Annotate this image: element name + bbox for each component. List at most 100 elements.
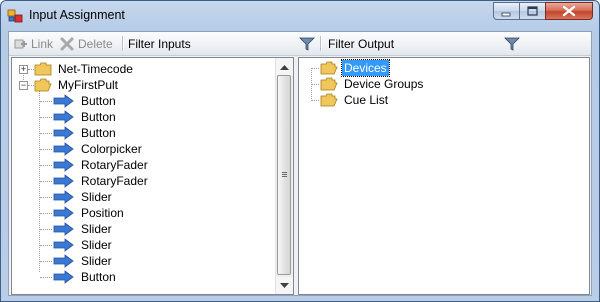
tree-node-label: Slider [81, 238, 112, 252]
scroll-thumb[interactable] [277, 75, 291, 275]
arrow-right-icon [53, 206, 74, 220]
inputs-tree[interactable]: + Net-Timecode − MyFirstPult Button Butto… [11, 57, 294, 295]
window-title: Input Assignment [29, 8, 125, 22]
tree-node-input[interactable]: Slider [40, 221, 114, 237]
toolbar-separator [320, 36, 322, 51]
grip-line [282, 172, 287, 173]
grip-line [282, 176, 287, 177]
folder-icon [320, 77, 338, 91]
arrow-right-icon [53, 270, 74, 284]
tree-node-label: MyFirstPult [58, 78, 118, 92]
tree-node-label: Button [81, 270, 116, 284]
tree-node-input[interactable]: Slider [40, 237, 114, 253]
arrow-right-icon [53, 142, 74, 156]
chevron-up-icon [280, 64, 289, 70]
link-button[interactable]: Link [13, 35, 53, 52]
maximize-icon [527, 6, 538, 16]
input-assignment-window: Input Assignment Link Delete Filter Inpu… [0, 0, 600, 302]
tree-node-input[interactable]: Position [40, 205, 126, 221]
tree-line [40, 229, 52, 230]
tree-node-input[interactable]: Button [40, 93, 118, 109]
tree-node-input[interactable]: RotaryFader [40, 173, 150, 189]
folder-icon [34, 62, 52, 76]
tree-node-input[interactable]: RotaryFader [40, 157, 150, 173]
arrow-right-icon [53, 110, 74, 124]
tree-line [40, 261, 52, 262]
arrow-right-icon [53, 222, 74, 236]
funnel-icon [299, 37, 315, 51]
filter-inputs-text: Filter Inputs [128, 36, 191, 51]
tree-node-label: Slider [81, 190, 112, 204]
folder-icon [320, 61, 338, 75]
grip-line [282, 174, 287, 175]
close-icon [562, 5, 576, 17]
maximize-button[interactable] [519, 2, 546, 20]
inputs-vertical-scrollbar[interactable] [275, 58, 293, 294]
tree-line [40, 165, 52, 166]
delete-button[interactable]: Delete [59, 35, 113, 52]
tree-node-label: Slider [81, 254, 112, 268]
expand-icon[interactable]: + [19, 64, 28, 74]
tree-node-input[interactable]: Button [40, 125, 118, 141]
tree-node-input[interactable]: Slider [40, 189, 114, 205]
tree-node-input[interactable]: Button [40, 269, 118, 285]
app-icon [7, 9, 23, 23]
delete-label: Delete [78, 36, 113, 51]
chevron-down-icon [280, 282, 289, 288]
tree-node-myfirstpult[interactable]: − MyFirstPult [19, 77, 120, 93]
tree-line [311, 68, 319, 69]
tree-node-label: Slider [81, 222, 112, 236]
tree-line [40, 181, 52, 182]
tree-line [28, 69, 34, 70]
folder-open-icon [34, 78, 52, 92]
tree-node-net-timecode[interactable]: + Net-Timecode [19, 61, 135, 77]
dialog-content: Link Delete Filter Inputs Filter Output [8, 31, 592, 296]
arrow-right-icon [53, 190, 74, 204]
collapse-icon[interactable]: − [19, 80, 28, 90]
arrow-right-icon [53, 126, 74, 140]
tree-line [40, 245, 52, 246]
title-bar[interactable]: Input Assignment [1, 1, 599, 31]
output-tree[interactable]: Devices Device Groups Cue List [298, 57, 590, 295]
tree-line [311, 84, 319, 85]
tree-node-label: Cue List [344, 93, 389, 107]
toolbar-separator [122, 36, 124, 51]
tree-line [40, 101, 52, 102]
link-label: Link [31, 36, 54, 51]
toolbar: Link Delete Filter Inputs Filter Output [9, 32, 591, 56]
funnel-icon [504, 37, 520, 51]
tree-node-output[interactable]: Devices [311, 59, 390, 77]
arrow-right-icon [53, 254, 74, 268]
tree-node-label: Position [81, 206, 124, 220]
tree-line [40, 197, 52, 198]
filter-inputs-button[interactable] [298, 35, 316, 52]
filter-output-label: Filter Output [328, 35, 394, 52]
tree-line [40, 277, 52, 278]
tree-node-input[interactable]: Button [40, 109, 118, 125]
arrow-right-icon [53, 174, 74, 188]
tree-node-input[interactable]: Colorpicker [40, 141, 144, 157]
tree-line [28, 85, 34, 86]
tree-node-label: RotaryFader [81, 174, 148, 188]
tree-node-label: Button [81, 94, 116, 108]
arrow-right-icon [53, 94, 74, 108]
scroll-down-button[interactable] [276, 277, 293, 294]
delete-icon [60, 37, 74, 50]
close-button[interactable] [545, 2, 593, 20]
tree-node-input[interactable]: Slider [40, 253, 114, 269]
tree-node-output[interactable]: Cue List [311, 92, 390, 108]
tree-node-output[interactable]: Device Groups [311, 76, 425, 92]
tree-line [311, 100, 319, 101]
filter-output-button[interactable] [503, 35, 521, 52]
folder-icon [320, 93, 338, 107]
tree-line [40, 213, 52, 214]
filter-output-text: Filter Output [328, 36, 395, 51]
minimize-button[interactable] [493, 2, 520, 20]
tree-line [40, 149, 52, 150]
arrow-right-icon [53, 158, 74, 172]
filter-inputs-label: Filter Inputs [128, 35, 191, 52]
tree-node-label: Button [81, 126, 116, 140]
tree-line [40, 117, 52, 118]
tree-node-label: Device Groups [344, 77, 424, 91]
scroll-up-button[interactable] [276, 58, 293, 75]
